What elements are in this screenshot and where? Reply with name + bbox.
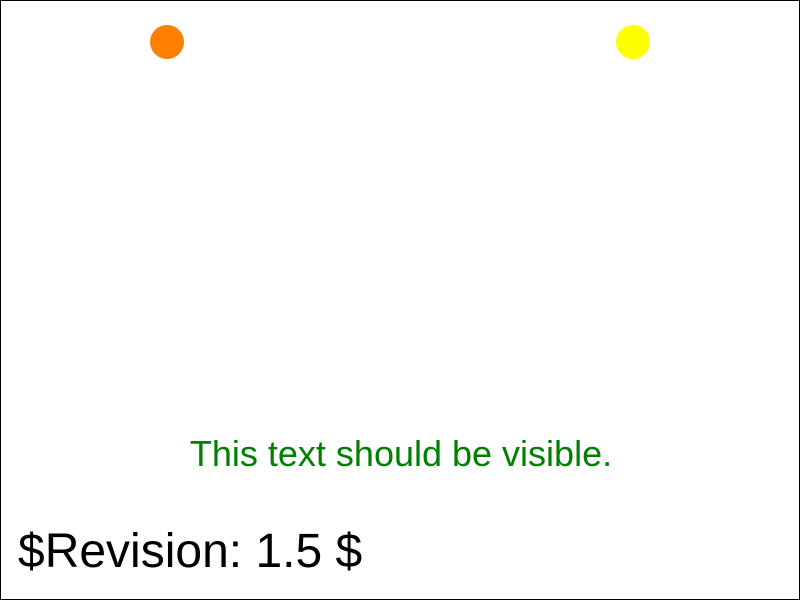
orange-circle — [150, 25, 184, 59]
test-canvas: This text should be visible. $Revision: … — [0, 0, 800, 600]
revision-label: $Revision: 1.5 $ — [18, 525, 363, 578]
yellow-circle — [616, 25, 650, 59]
visible-text-message: This text should be visible. — [189, 433, 613, 474]
